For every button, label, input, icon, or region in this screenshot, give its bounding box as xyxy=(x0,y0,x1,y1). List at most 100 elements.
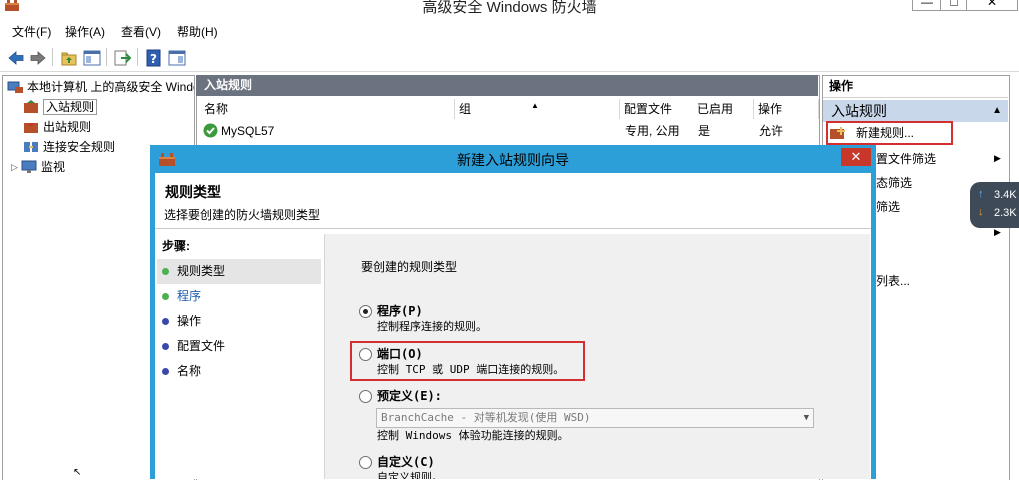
actions-section-inbound[interactable]: 入站规则 ▲ xyxy=(823,100,1008,122)
option-predefined-desc: 控制 Windows 体验功能连接的规则。 xyxy=(377,429,569,442)
rule-action: 允许 xyxy=(759,124,784,138)
dialog-close-button[interactable]: ✕ xyxy=(841,148,871,166)
option-port-desc: 控制 TCP 或 UDP 端口连接的规则。 xyxy=(377,363,565,376)
close-button[interactable]: ✕ xyxy=(966,0,1018,11)
option-custom-label[interactable]: 自定义(C) xyxy=(377,455,435,469)
collapse-triangle-icon[interactable]: ▲ xyxy=(992,100,1002,122)
option-port-label[interactable]: 端口(O) xyxy=(377,347,423,361)
tree-item-outbound-rules[interactable]: 出站规则 xyxy=(3,116,194,136)
step-program[interactable]: 程序 xyxy=(162,284,201,309)
help-icon[interactable]: ? xyxy=(143,47,165,69)
outbound-rules-icon xyxy=(23,120,39,134)
inbound-rules-icon xyxy=(23,99,39,114)
column-action[interactable]: 操作 xyxy=(754,99,819,119)
option-custom-desc: 自定义规则。 xyxy=(377,471,443,479)
menu-help[interactable]: 帮助(H) xyxy=(177,24,218,40)
radio-program[interactable] xyxy=(359,305,372,318)
tree-item-inbound-rules[interactable]: 入站规则 xyxy=(3,96,194,116)
properties-pane-icon[interactable] xyxy=(166,47,188,69)
tree-item-label: 入站规则 xyxy=(43,98,98,115)
chevron-down-icon: ▼ xyxy=(803,413,809,423)
upload-speed: 3.4K xyxy=(994,189,1017,201)
step-label: 名称 xyxy=(177,364,202,378)
tree-root-label: 本地计算机 上的高级安全 Windows xyxy=(27,79,194,94)
column-profile[interactable]: 配置文件 xyxy=(620,99,697,119)
new-rule-icon xyxy=(829,126,847,140)
toolbar-separator xyxy=(137,48,138,66)
submenu-arrow-icon: ▶ xyxy=(994,153,1001,163)
monitor-icon xyxy=(21,160,37,174)
step-label: 配置文件 xyxy=(177,339,226,353)
computer-firewall-icon xyxy=(7,80,23,94)
forward-arrow-icon[interactable] xyxy=(27,47,49,69)
option-program-desc: 控制程序连接的规则。 xyxy=(377,320,487,333)
tree-item-label: 出站规则 xyxy=(43,119,92,134)
expand-chevron-icon[interactable]: ▷ xyxy=(11,157,21,176)
menu-view[interactable]: 查看(V) xyxy=(121,24,161,40)
maximize-button[interactable]: □ xyxy=(940,0,968,11)
tree-item-label: 监视 xyxy=(41,159,66,174)
step-rule-type[interactable]: 规则类型 xyxy=(162,259,225,284)
submenu-arrow-icon: ▶ xyxy=(994,227,1001,237)
dialog-subheading: 选择要创建的防火墙规则类型 xyxy=(164,208,321,222)
rule-enabled-check-icon xyxy=(203,123,218,138)
menu-action[interactable]: 操作(A) xyxy=(65,24,105,40)
sort-ascending-icon: ▲ xyxy=(531,101,539,110)
radio-selected-dot xyxy=(363,309,368,314)
download-speed: 2.3K xyxy=(994,207,1017,219)
step-label: 操作 xyxy=(177,314,202,328)
action-filter-by-profile[interactable]: 置文件筛选 xyxy=(876,147,936,171)
back-arrow-icon[interactable] xyxy=(5,47,27,69)
rules-pane-header: 入站规则 xyxy=(196,75,818,96)
option-predefined-label[interactable]: 预定义(E): xyxy=(377,389,442,403)
radio-custom[interactable] xyxy=(359,456,372,469)
step-label: 程序 xyxy=(177,289,202,303)
step-status-dot-icon xyxy=(162,343,169,351)
toolbar-separator xyxy=(52,48,53,66)
dialog-title: 新建入站规则向导 xyxy=(457,152,569,168)
download-arrow-icon: ↓ xyxy=(978,206,984,218)
actions-title: 操作 xyxy=(829,79,854,93)
radio-predefined[interactable] xyxy=(359,390,372,403)
rule-enabled: 是 xyxy=(698,124,711,138)
steps-label: 步骤: xyxy=(162,239,190,253)
tree-item-label: 连接安全规则 xyxy=(43,139,116,154)
rules-pane-title: 入站规则 xyxy=(204,78,253,92)
tree-root[interactable]: 本地计算机 上的高级安全 Windows xyxy=(3,76,194,96)
step-status-dot-icon xyxy=(162,268,169,276)
action-export-list[interactable]: 列表... xyxy=(876,269,910,293)
rule-profile: 专用, 公用 xyxy=(625,124,680,138)
connection-security-icon xyxy=(23,140,39,154)
svg-text:?: ? xyxy=(150,52,157,66)
rule-name[interactable]: MySQL57 xyxy=(221,121,274,141)
predefined-select[interactable]: BranchCache - 对等机发现(使用 WSD) ▼ xyxy=(376,408,814,428)
action-new-rule[interactable]: 新建规则... xyxy=(856,121,914,145)
show-hide-tree-icon[interactable] xyxy=(81,47,103,69)
minimize-button[interactable]: — xyxy=(912,0,942,11)
radio-port[interactable] xyxy=(359,348,372,361)
dialog-header: 规则类型 选择要创建的防火墙规则类型 xyxy=(155,173,871,229)
dialog-heading: 规则类型 xyxy=(165,184,221,200)
step-label: 规则类型 xyxy=(177,264,226,278)
actions-section-label: 入站规则 xyxy=(831,103,887,119)
up-folder-icon[interactable] xyxy=(58,47,80,69)
step-profile: 配置文件 xyxy=(162,334,225,359)
action-filter-by-state[interactable]: 态筛选 xyxy=(876,171,912,195)
network-speed-widget: ↑ 3.4K ↓ 2.3K xyxy=(970,182,1019,228)
option-program-label[interactable]: 程序(P) xyxy=(377,304,423,318)
actions-header: 操作 xyxy=(823,76,1008,98)
upload-arrow-icon: ↑ xyxy=(978,188,984,200)
menu-file[interactable]: 文件(F) xyxy=(12,24,51,40)
column-name[interactable]: 名称 xyxy=(200,99,455,119)
toolbar-separator xyxy=(106,48,107,66)
step-action: 操作 xyxy=(162,309,201,334)
step-status-dot-icon xyxy=(162,293,169,301)
rule-type-prompt: 要创建的规则类型 xyxy=(361,260,458,274)
step-name: 名称 xyxy=(162,359,201,384)
export-list-icon[interactable] xyxy=(111,47,133,69)
action-filter-by-group[interactable]: 筛选 xyxy=(876,195,900,219)
column-enabled[interactable]: 已启用 xyxy=(693,99,754,119)
step-status-dot-icon xyxy=(162,368,169,376)
step-status-dot-icon xyxy=(162,318,169,326)
mouse-cursor-icon: ↖ xyxy=(73,467,82,478)
